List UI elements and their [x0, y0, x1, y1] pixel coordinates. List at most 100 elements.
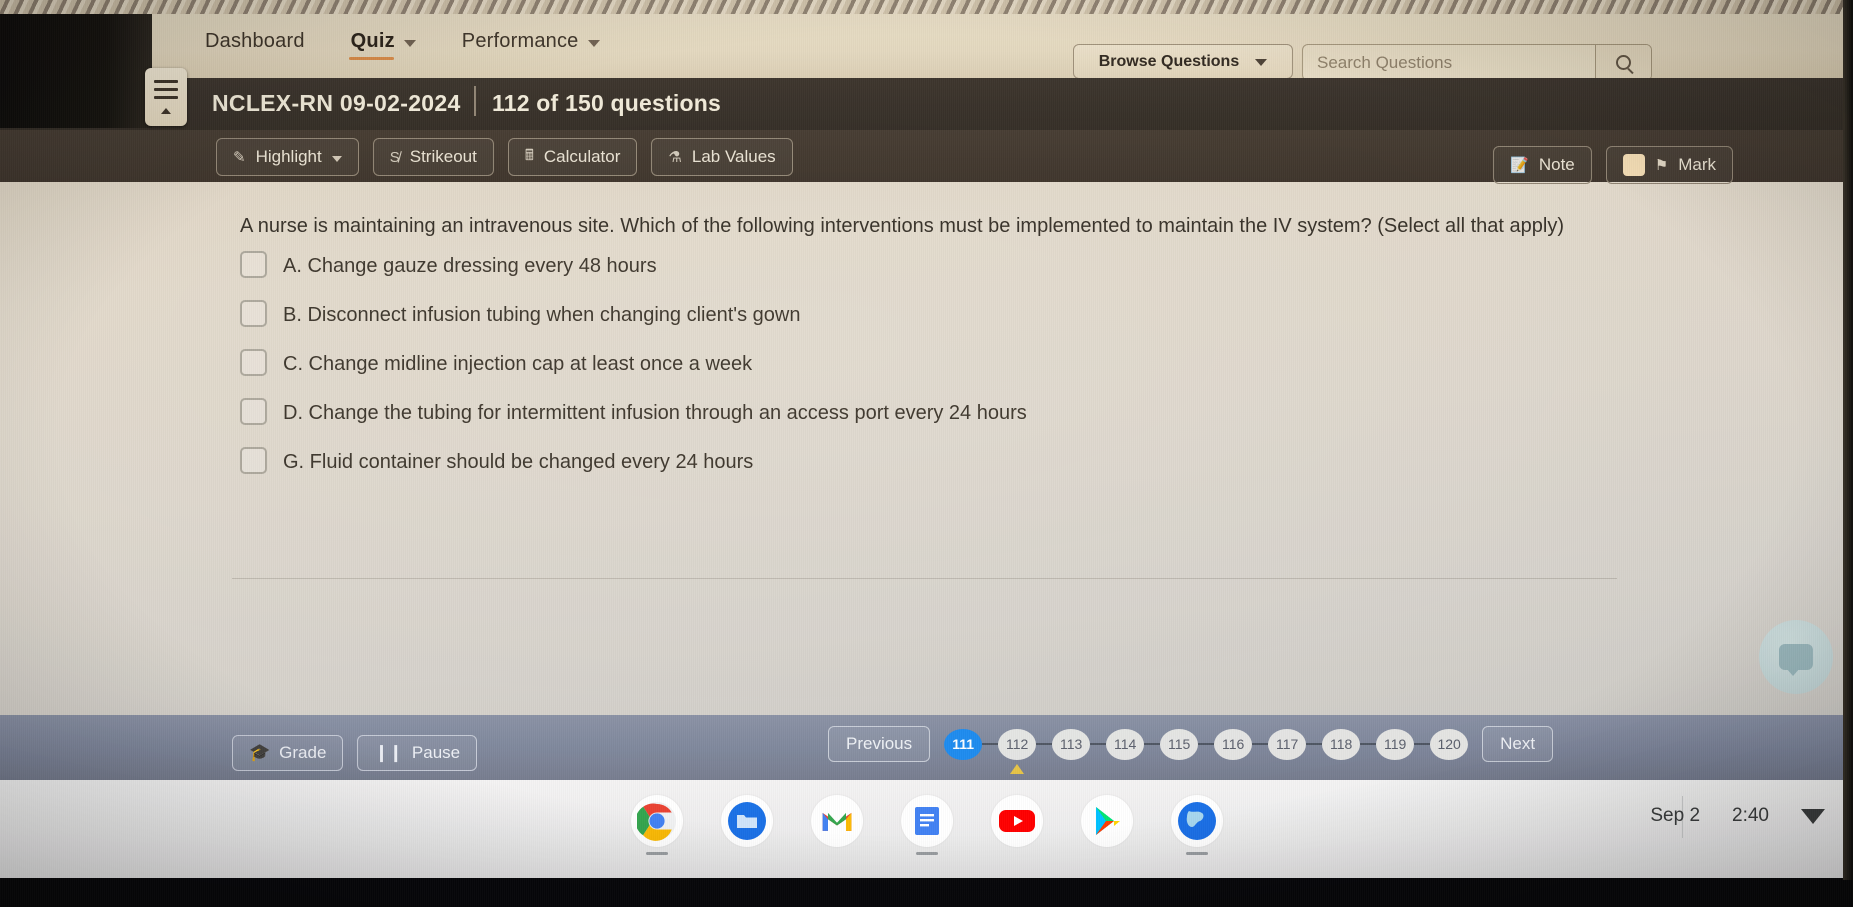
strikeout-button[interactable]: S̸ Strikeout	[372, 138, 494, 176]
option-checkbox[interactable]	[240, 447, 267, 474]
app-active-indicator	[645, 852, 668, 855]
monitor-bezel-right	[1843, 0, 1853, 880]
screen-bottom-edge	[0, 878, 1853, 907]
screen-left-shadow	[0, 8, 152, 128]
play-store-icon[interactable]	[1080, 795, 1133, 847]
option-checkbox[interactable]	[240, 300, 267, 327]
content-divider	[232, 578, 1617, 579]
page-dot[interactable]: 111	[944, 728, 983, 760]
dot-connector	[1306, 743, 1323, 745]
chat-bubble-icon	[1779, 644, 1813, 676]
grade-label: Grade	[279, 743, 327, 762]
nav-item-label: Quiz	[350, 30, 395, 52]
chrome-icon[interactable]	[630, 795, 683, 855]
dot-connector	[1144, 743, 1161, 745]
taskbar-date: Sep 2	[1650, 805, 1701, 826]
chevron-down-icon	[1255, 59, 1268, 66]
browse-questions-label: Browse Questions	[1098, 52, 1240, 70]
page-dot[interactable]: 118	[1322, 728, 1361, 760]
quiz-nav-left-group: 🎓 Grade ❙❙ Pause	[232, 735, 478, 771]
dot-connector	[1252, 743, 1269, 745]
graduation-cap-icon: 🎓	[249, 743, 271, 762]
page-dot[interactable]: 117	[1268, 728, 1307, 760]
option-label: A. Change gauze dressing every 48 hours	[283, 255, 657, 277]
page-dot[interactable]: 112	[998, 728, 1037, 760]
nav-links: Dashboard Quiz Performance	[205, 30, 600, 60]
note-button[interactable]: 📝 Note	[1493, 146, 1592, 184]
site-navigation-bar: Dashboard Quiz Performance Browse Questi…	[0, 8, 1853, 81]
hamburger-menu-button[interactable]	[145, 68, 187, 126]
answer-option[interactable]: D. Change the tubing for intermittent in…	[240, 397, 1440, 427]
strikethrough-icon: S̸	[389, 148, 400, 166]
lab-values-button[interactable]: ⚗ Lab Values	[651, 138, 793, 176]
toolbar-right-group: 📝 Note ⚑ Mark	[1493, 146, 1733, 184]
highlight-button[interactable]: ✎ Highlight	[216, 138, 359, 176]
files-icon[interactable]	[720, 795, 773, 847]
nav-item-label: Dashboard	[205, 30, 305, 52]
page-dot[interactable]: 115	[1160, 728, 1199, 760]
answer-option[interactable]: B. Disconnect infusion tubing when chang…	[240, 299, 1440, 329]
page-dot[interactable]: 119	[1376, 728, 1415, 760]
search-input[interactable]	[1303, 45, 1595, 80]
dot-connector	[1360, 743, 1377, 745]
page-dot[interactable]: 114	[1106, 728, 1145, 760]
highlighter-icon: ✎	[233, 149, 246, 166]
answer-options-list: A. Change gauze dressing every 48 hours …	[240, 250, 1440, 495]
wifi-icon	[1801, 808, 1825, 824]
page-dot[interactable]: 120	[1430, 728, 1469, 760]
taskbar-app-icons	[630, 795, 1223, 855]
pause-button[interactable]: ❙❙ Pause	[357, 735, 478, 771]
hamburger-line	[154, 96, 178, 99]
mark-button[interactable]: ⚑ Mark	[1605, 146, 1733, 184]
answer-option[interactable]: A. Change gauze dressing every 48 hours	[240, 250, 1440, 280]
hamburger-line	[154, 88, 178, 91]
dot-connector	[1090, 743, 1107, 745]
browse-questions-button[interactable]: Browse Questions	[1073, 44, 1293, 79]
maps-icon[interactable]	[1170, 795, 1223, 855]
grade-button[interactable]: 🎓 Grade	[232, 735, 344, 771]
taskbar-status-area[interactable]: Sep 2 2:40	[1650, 805, 1825, 827]
monitor-bezel-top	[0, 0, 1853, 14]
search-questions-field[interactable]	[1302, 44, 1652, 81]
option-label: B. Disconnect infusion tubing when chang…	[283, 304, 801, 326]
chevron-down-icon	[587, 39, 600, 47]
youtube-icon[interactable]	[990, 795, 1043, 847]
hamburger-line	[154, 80, 178, 83]
mark-label: Mark	[1678, 155, 1716, 174]
calculator-label: Calculator	[543, 147, 621, 166]
nav-item-dashboard[interactable]: Dashboard	[205, 30, 305, 53]
note-label: Note	[1538, 155, 1575, 174]
next-question-button[interactable]: Next	[1482, 726, 1554, 762]
quiz-title: NCLEX-RN 09-02-2024	[212, 90, 461, 116]
docs-icon[interactable]	[900, 795, 953, 855]
answer-option[interactable]: C. Change midline injection cap at least…	[240, 348, 1440, 378]
search-submit-button[interactable]	[1595, 45, 1651, 80]
page-dot[interactable]: 116	[1214, 728, 1253, 760]
answer-option[interactable]: G. Fluid container should be changed eve…	[240, 446, 1440, 476]
chat-support-button[interactable]	[1759, 620, 1833, 694]
option-label: G. Fluid container should be changed eve…	[283, 451, 754, 473]
nav-item-performance[interactable]: Performance	[462, 30, 600, 53]
screen-photo: Dashboard Quiz Performance Browse Questi…	[0, 0, 1853, 907]
highlight-label: Highlight	[255, 147, 322, 166]
page-dot-list: 111 112 113 114 115 116 117 118 119 120	[944, 728, 1469, 760]
note-icon: 📝	[1510, 157, 1529, 174]
dot-connector	[1036, 743, 1053, 745]
dot-connector	[1198, 743, 1215, 745]
toolbar-left-group: ✎ Highlight S̸ Strikeout 🖩 Calculator ⚗ …	[216, 138, 793, 176]
flask-icon: ⚗	[668, 149, 682, 166]
option-checkbox[interactable]	[240, 398, 267, 425]
previous-question-button[interactable]: Previous	[828, 726, 931, 762]
app-active-indicator	[1185, 852, 1208, 855]
option-checkbox[interactable]	[240, 349, 267, 376]
option-checkbox[interactable]	[240, 251, 267, 278]
gmail-icon[interactable]	[810, 795, 863, 847]
mark-color-swatch	[1622, 154, 1645, 176]
nav-item-quiz[interactable]: Quiz	[348, 30, 416, 60]
calculator-icon: 🖩	[524, 146, 534, 164]
flag-icon: ⚑	[1654, 157, 1669, 174]
calculator-button[interactable]: 🖩 Calculator	[507, 138, 638, 176]
pause-icon: ❙❙	[374, 743, 403, 762]
option-label: C. Change midline injection cap at least…	[283, 353, 753, 375]
page-dot[interactable]: 113	[1052, 728, 1091, 760]
